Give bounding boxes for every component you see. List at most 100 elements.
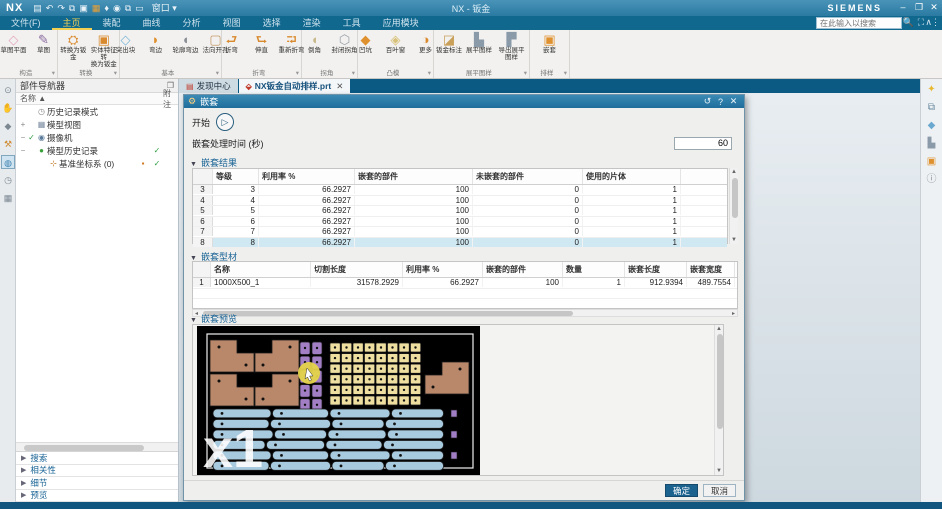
倒角-icon: ◖ — [302, 32, 328, 47]
save-icon[interactable]: ▤ — [33, 3, 42, 13]
tab-发现中心[interactable]: ▤发现中心 — [179, 79, 238, 93]
expander-icon[interactable]: − — [19, 133, 27, 142]
table-row[interactable]: 6666.292710001 — [193, 217, 727, 228]
copy-icon[interactable]: ⧉ — [69, 3, 75, 13]
tree-item-摄像机[interactable]: −✓◉摄像机 — [16, 131, 178, 144]
menu-主页[interactable]: 主页 — [52, 18, 92, 30]
fullscreen-icon[interactable]: ⛶ — [918, 17, 924, 28]
restore-button[interactable]: ❐ — [912, 2, 926, 13]
dialog-help-icon[interactable]: ? — [714, 97, 727, 107]
preview-vscrollbar[interactable]: ▲ ▼ — [714, 325, 723, 475]
preview-canvas[interactable]: x1 — [197, 326, 480, 475]
help-menu-icon[interactable]: ⋮ — [931, 17, 940, 28]
ribbon-button-伸直[interactable]: ⮑伸直 — [247, 32, 277, 54]
minimize-button[interactable]: – — [896, 2, 910, 12]
undo-icon[interactable]: ↶ — [46, 3, 54, 13]
tree-item-模型历史记录[interactable]: −●模型历史记录✓ — [16, 144, 178, 157]
expander-icon[interactable]: + — [19, 120, 27, 129]
history-icon[interactable]: ◷ — [1, 173, 15, 187]
mic-icon[interactable]: ♦ — [104, 3, 109, 13]
layout-icon[interactable]: ▭ — [135, 3, 144, 13]
reuse-library-icon[interactable]: ⚒ — [1, 137, 15, 151]
tree-item-基准坐标系 (0)[interactable]: ⊹基准坐标系 (0)▪✓ — [16, 157, 178, 170]
discover-star-icon[interactable]: ✦ — [924, 83, 940, 97]
menu-文件(F)[interactable]: 文件(F) — [0, 18, 52, 28]
profiles-table[interactable]: 名称切割长度利用率 %嵌套的部件数量嵌套长度嵌套宽度11000X500_1315… — [192, 261, 738, 309]
navigator-section-搜索[interactable]: ▶搜索 — [16, 452, 178, 465]
tree-item-历史记录模式[interactable]: ◷历史记录模式 — [16, 105, 178, 118]
table-row[interactable]: 7766.292710001 — [193, 227, 727, 238]
table-row[interactable]: 5566.292710001 — [193, 206, 727, 217]
left-resource-bar: ⊙ ✋ ◆ ⚒ ◍ ◷ ▦ — [0, 79, 16, 502]
switch-window-icon[interactable]: ⧉ — [125, 3, 131, 13]
ribbon-button-转换为钣金[interactable]: ⛭转换为钣金 — [58, 32, 89, 61]
tab-NX钣金自动排样.prt[interactable]: ⬙NX钣金自动排样.prt✕ — [239, 79, 351, 93]
ribbon-button-导出展平图样[interactable]: ▛导出展平图样 — [494, 32, 529, 61]
paste-icon[interactable]: ▣ — [79, 3, 88, 13]
menu-视图[interactable]: 视图 — [212, 18, 252, 28]
nesting-icon[interactable]: ▣ — [924, 155, 940, 169]
results-table[interactable]: 等级利用率 %嵌套的部件未嵌套的部件使用的片体3366.292710001446… — [192, 168, 728, 244]
start-button[interactable]: ▷ — [216, 113, 234, 131]
window-menu[interactable]: 窗口 ▾ — [148, 2, 181, 14]
redo-icon[interactable]: ↷ — [57, 3, 65, 13]
tree-item-模型视图[interactable]: +▦模型视图 — [16, 118, 178, 131]
menu-装配[interactable]: 装配 — [92, 18, 132, 28]
ok-button[interactable]: 确定 — [665, 484, 698, 497]
time-input[interactable] — [674, 137, 732, 150]
ribbon-button-倒角[interactable]: ◖倒角 — [300, 32, 330, 54]
ribbon-button-百叶窗[interactable]: ◈百叶窗 — [381, 32, 411, 54]
table-row-empty — [193, 299, 737, 310]
export-part-icon[interactable]: ⧉ — [924, 101, 940, 115]
touch-mode-icon[interactable]: ▦ — [92, 3, 101, 13]
table-row[interactable]: 3366.292710001 — [193, 185, 727, 196]
ribbon-button-草图[interactable]: ✎草图 — [29, 32, 59, 54]
info-icon[interactable]: ⓘ — [924, 173, 940, 187]
ribbon-button-弯边[interactable]: ◗弯边 — [141, 32, 171, 54]
column-name[interactable]: 名称 ▲ — [20, 93, 132, 104]
expander-icon[interactable]: − — [19, 146, 27, 155]
search-icon[interactable]: 🔍 — [903, 17, 914, 28]
table-row[interactable]: 11000X500_131578.292966.29271001912.9394… — [193, 278, 737, 289]
ribbon-button-突出块[interactable]: ◇突出块 — [111, 32, 141, 54]
dialog-reset-icon[interactable]: ↺ — [701, 96, 714, 107]
table-row[interactable]: 4466.292710001 — [193, 196, 727, 207]
part-navigator-icon[interactable]: ◆ — [1, 119, 15, 133]
menu-工具[interactable]: 工具 — [332, 18, 372, 28]
menu-曲线[interactable]: 曲线 — [132, 18, 172, 28]
solid-tool-icon[interactable]: ◆ — [924, 119, 940, 133]
tab-close-icon[interactable]: ✕ — [336, 81, 343, 92]
flat-pattern-icon[interactable]: ▙ — [924, 137, 940, 151]
menu-选择[interactable]: 选择 — [252, 18, 292, 28]
navigator-section-细节[interactable]: ▶细节 — [16, 477, 178, 490]
ribbon-button-凹坑[interactable]: ◆凹坑 — [351, 32, 381, 54]
constraint-navigator-icon[interactable]: ✋ — [1, 101, 15, 115]
ribbon-button-展平图样[interactable]: ▙展平图样 — [464, 32, 494, 54]
menu-分析[interactable]: 分析 — [172, 18, 212, 28]
capture-icon[interactable]: ◉ — [113, 3, 121, 13]
close-button[interactable]: ✕ — [927, 2, 941, 13]
node-icon: ◉ — [36, 133, 47, 142]
嵌套-icon: ▣ — [537, 32, 563, 47]
menu-渲染[interactable]: 渲染 — [292, 18, 332, 28]
command-search-input[interactable] — [816, 17, 902, 29]
table-row[interactable]: 8866.292710001 — [193, 238, 727, 249]
navigator-hscrollbar[interactable] — [16, 442, 178, 451]
assembly-navigator-icon[interactable]: ⊙ — [1, 83, 15, 97]
ribbon-button-钣金标注[interactable]: ◪钣金标注 — [434, 32, 464, 54]
ribbon-button-草图平面[interactable]: ◇草图平面 — [0, 32, 29, 54]
navigator-section-预览[interactable]: ▶预览 — [16, 490, 178, 503]
menu-应用模块[interactable]: 应用模块 — [372, 18, 430, 28]
dialog-titlebar[interactable]: ⚙ 嵌套 ↺ ? ✕ — [184, 95, 744, 108]
dialog-close-icon[interactable]: ✕ — [727, 96, 740, 107]
navigator-section-相关性[interactable]: ▶相关性 — [16, 465, 178, 478]
check-icon[interactable]: ✓ — [27, 133, 36, 142]
profiles-table-hscrollbar[interactable]: ◂ ▸ — [192, 309, 738, 317]
ribbon-button-折弯[interactable]: ⮐折弯 — [217, 32, 247, 54]
ribbon-button-嵌套[interactable]: ▣嵌套 — [535, 32, 565, 54]
roles-icon[interactable]: ▦ — [1, 191, 15, 205]
web-browser-icon[interactable]: ◍ — [1, 155, 15, 169]
ribbon-button-轮廓弯边[interactable]: ◖轮廓弯边 — [171, 32, 201, 54]
cancel-button[interactable]: 取消 — [703, 484, 736, 497]
results-table-vscrollbar[interactable]: ▲ ▼ — [729, 168, 738, 244]
